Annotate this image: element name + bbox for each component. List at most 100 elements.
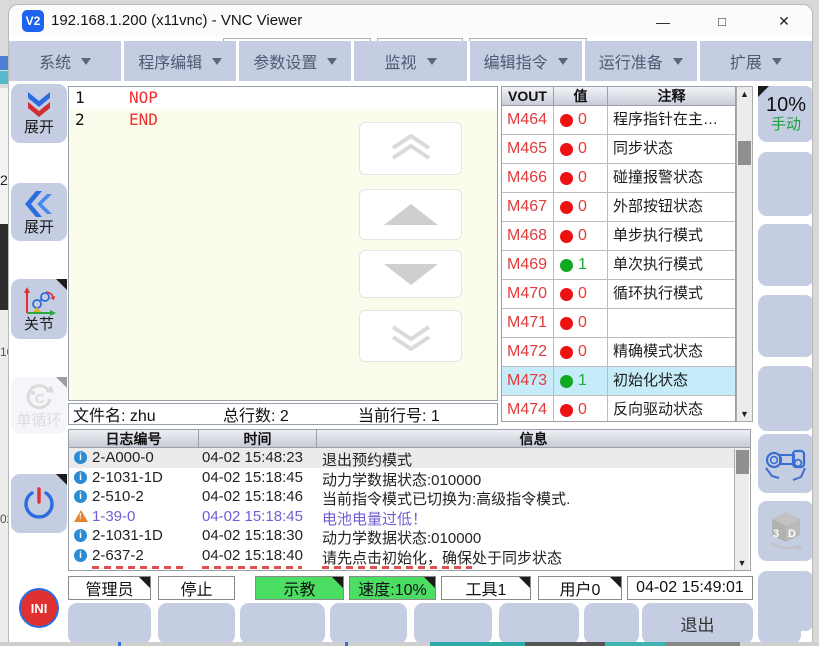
speed-mode-button[interactable]: 10% 手动 [758, 86, 813, 142]
scroll-down-button[interactable] [359, 250, 462, 298]
scroll-top-button[interactable] [359, 122, 462, 175]
status-dot-icon [560, 259, 573, 272]
taskbar-fragment [665, 642, 740, 646]
double-chevron-left-icon [22, 189, 56, 219]
info-circle-icon: i [74, 471, 87, 484]
menu-item-2[interactable]: 参数设置 [239, 41, 351, 81]
bottom-blank-button-3[interactable] [330, 603, 407, 642]
maximize-button[interactable]: □ [708, 11, 736, 32]
ini-button[interactable]: INI [11, 573, 67, 642]
vout-table[interactable]: VOUT 值 注释 M4640程序指针在主…M4650同步状态M4660碰撞报警… [501, 86, 736, 422]
vout-value: 0 [578, 343, 587, 361]
minimize-button[interactable]: — [649, 11, 677, 32]
side-blank-button-4[interactable] [758, 366, 813, 431]
info-circle-icon: i [74, 490, 87, 503]
close-button[interactable]: ✕ [770, 11, 798, 32]
file-name: 文件名: zhu [73, 402, 223, 426]
vout-row-M471[interactable]: M4710 [502, 309, 735, 338]
log-row[interactable]: i2-1031-1D04-02 15:18:45动力学数据状态:010000 [69, 468, 750, 488]
title-bar[interactable]: V2 192.168.1.200 (x11vnc) - VNC Viewer —… [9, 5, 812, 37]
side-blank-button-2[interactable] [758, 224, 813, 286]
log-row[interactable]: i2-637-204-02 15:18:40请先点击初始化，确保处于同步状态 [69, 546, 750, 566]
menu-item-0[interactable]: 系统 [9, 41, 121, 81]
scroll-down-arrow-icon[interactable]: ▼ [737, 407, 752, 421]
vout-value: 0 [578, 169, 587, 187]
menu-item-3[interactable]: 监视 [354, 41, 466, 81]
vnc-logo-icon: V2 [22, 10, 44, 32]
log-row[interactable]: i2-510-204-02 15:18:46当前指令模式已切换为:高级指令模式. [69, 487, 750, 507]
vout-row-M472[interactable]: M4720精确模式状态 [502, 338, 735, 367]
log-row[interactable]: 1-39-004-02 15:18:45电池电量过低！ [69, 507, 750, 527]
svg-text:3: 3 [773, 528, 779, 540]
teach-mode-button[interactable]: 示教 [255, 576, 344, 600]
vout-row-M468[interactable]: M4680单步执行模式 [502, 222, 735, 251]
bottom-blank-button-8[interactable] [758, 603, 801, 642]
scroll-down-arrow-icon[interactable]: ▼ [735, 556, 749, 570]
bottom-blank-button-4[interactable] [414, 603, 492, 642]
vout-row-M464[interactable]: M4640程序指针在主… [502, 106, 735, 135]
bottom-blank-button-6[interactable] [584, 603, 639, 642]
menu-item-label: 系统 [39, 49, 71, 73]
vout-row-M470[interactable]: M4700循环执行模式 [502, 280, 735, 309]
total-lines: 总行数: 2 [223, 402, 358, 426]
chevron-down-icon [673, 58, 683, 65]
vout-row-M474[interactable]: M4740反向驱动状态 [502, 396, 735, 422]
vout-row-M473[interactable]: M4731初始化状态 [502, 367, 735, 396]
vout-comment: 程序指针在主… [608, 106, 735, 134]
scroll-bottom-button[interactable] [359, 310, 462, 362]
status-label: 速度:10% [358, 576, 426, 600]
mode-label: 手动 [771, 116, 801, 134]
info-circle-icon: i [74, 529, 87, 542]
log-panel[interactable]: 日志编号 时间 信息 i2-A000-004-02 15:48:23退出预约模式… [68, 429, 751, 571]
info-icon: i [74, 451, 87, 464]
view-3d-button[interactable]: 3 D [758, 501, 813, 561]
stop-button[interactable]: 停止 [158, 576, 235, 600]
exit-button[interactable]: 退出 [642, 603, 753, 642]
log-row[interactable]: i2-A000-004-02 15:48:23退出预约模式 [69, 448, 750, 468]
chevron-down-icon [558, 58, 568, 65]
menu-item-1[interactable]: 程序编辑 [124, 41, 236, 81]
vout-value: 0 [578, 314, 587, 332]
log-id: 2-1031-1D [92, 469, 163, 486]
vout-row-M465[interactable]: M4650同步状态 [502, 135, 735, 164]
program-editor[interactable]: 1NOP2END [68, 86, 498, 401]
gamepad-button[interactable] [758, 434, 813, 493]
code-line[interactable]: 1NOP [69, 87, 497, 109]
user-frame-button[interactable]: 用户0 [538, 576, 622, 600]
bottom-blank-button-1[interactable] [158, 603, 235, 642]
side-blank-button-1[interactable] [758, 152, 813, 216]
user-role-button[interactable]: 管理员 [68, 576, 151, 600]
side-blank-button-3[interactable] [758, 295, 813, 357]
datetime-display: 04-02 15:49:01 [627, 576, 753, 600]
bottom-blank-button-2[interactable] [240, 603, 325, 642]
menu-item-6[interactable]: 扩展 [700, 41, 812, 81]
menu-item-4[interactable]: 编辑指令 [470, 41, 582, 81]
menu-item-5[interactable]: 运行准备 [585, 41, 697, 81]
vout-row-M466[interactable]: M4660碰撞报警状态 [502, 164, 735, 193]
info-icon: i [74, 529, 87, 542]
scroll-up-button[interactable] [359, 189, 462, 240]
status-dot-icon [560, 201, 573, 214]
joint-mode-button[interactable]: 关节 [11, 279, 67, 339]
log-row[interactable]: i2-1031-1D04-02 15:18:30动力学数据状态:010000 [69, 526, 750, 546]
log-scrollbar[interactable]: ▼ [734, 449, 749, 570]
expand-left-button[interactable]: 展开 [11, 183, 67, 241]
vout-row-M467[interactable]: M4670外部按钮状态 [502, 193, 735, 222]
power-button[interactable] [11, 474, 67, 533]
scroll-up-arrow-icon[interactable]: ▲ [737, 87, 752, 101]
expand-down-button[interactable]: 展开 [11, 84, 67, 143]
chevron-down-icon [81, 58, 91, 65]
bottom-blank-button-5[interactable] [499, 603, 579, 642]
scrollbar-thumb[interactable] [736, 450, 749, 474]
speed-button[interactable]: 速度:10% [349, 576, 436, 600]
vout-comment: 单次执行模式 [608, 251, 735, 279]
background-fragment [0, 71, 8, 84]
vout-scrollbar[interactable]: ▲ ▼ [736, 86, 753, 422]
bottom-blank-button-0[interactable] [68, 603, 151, 642]
chevron-down-icon [327, 58, 337, 65]
scrollbar-thumb[interactable] [738, 141, 751, 165]
status-dot-icon [560, 172, 573, 185]
vout-row-M469[interactable]: M4691单次执行模式 [502, 251, 735, 280]
vout-value-cell: 1 [554, 251, 608, 279]
tool-button[interactable]: 工具1 [441, 576, 531, 600]
